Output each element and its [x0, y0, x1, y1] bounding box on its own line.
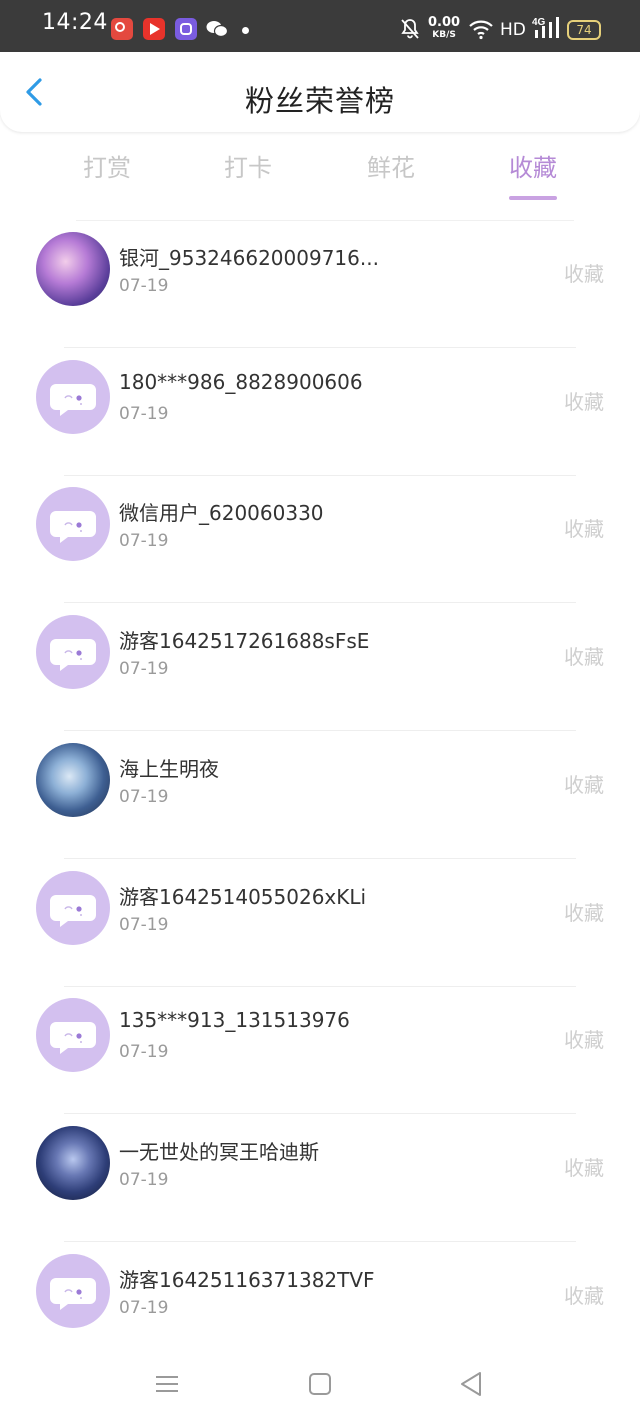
fan-date: 07-19	[119, 914, 169, 935]
fan-date: 07-19	[119, 403, 169, 424]
fan-date: 07-19	[119, 531, 169, 552]
tab-bar: 打赏 打卡 鲜花 收藏	[0, 148, 640, 204]
fan-name: 180***986_8828900606	[119, 369, 363, 394]
back-triangle-icon[interactable]	[456, 1368, 488, 1400]
fan-name: 135***913_131513976	[119, 1008, 350, 1033]
avatar[interactable]	[36, 232, 110, 306]
avatar[interactable]	[36, 1125, 110, 1200]
chat-bubble-icon	[50, 383, 96, 416]
list-item[interactable]: 游客1642517261688sFsE 07-19 收藏	[0, 603, 640, 732]
avatar[interactable]	[36, 1253, 110, 1328]
avatar[interactable]	[36, 998, 110, 1073]
chat-bubble-icon	[50, 1277, 96, 1310]
fan-date: 07-19	[119, 786, 169, 807]
fan-action-label: 收藏	[564, 389, 604, 414]
status-bar: 14:24 0.00 KB/S HD 4G 74	[0, 0, 640, 52]
tab-favorites[interactable]: 收藏	[493, 148, 573, 183]
avatar[interactable]	[36, 870, 110, 945]
network-speed-unit: KB/S	[432, 30, 456, 40]
battery-indicator: 74	[567, 20, 601, 40]
system-nav-bar	[0, 1350, 640, 1422]
avatar[interactable]	[36, 615, 110, 690]
fan-date: 07-19	[119, 659, 169, 680]
fan-name: 游客16425116371382TVF	[119, 1267, 375, 1292]
fan-name: 银河_953246620009716...	[119, 246, 379, 270]
app-notification-icon	[111, 18, 133, 40]
tab-reward[interactable]: 打赏	[67, 148, 147, 183]
status-time: 14:24	[42, 10, 108, 35]
wifi-icon	[469, 20, 493, 40]
avatar[interactable]	[36, 742, 110, 817]
fan-name: 微信用户_620060330	[119, 501, 324, 526]
tab-check-in[interactable]: 打卡	[208, 148, 288, 183]
wechat-notification-icon	[206, 21, 228, 38]
fan-action-label: 收藏	[564, 1155, 604, 1180]
list-item[interactable]: 135***913_131513976 07-19 收藏	[0, 986, 640, 1115]
network-speed-value: 0.00	[428, 15, 461, 30]
list-item[interactable]: 银河_953246620009716... 07-19 收藏	[0, 220, 640, 348]
chat-bubble-icon	[50, 511, 96, 544]
fan-action-label: 收藏	[564, 772, 604, 797]
fan-date: 07-19	[119, 1042, 169, 1063]
menu-icon[interactable]	[151, 1368, 183, 1400]
fan-action-label: 收藏	[564, 517, 604, 542]
fan-action-label: 收藏	[564, 1028, 604, 1053]
list-item[interactable]: 微信用户_620060330 07-19 收藏	[0, 475, 640, 604]
chat-bubble-icon	[50, 639, 96, 672]
fan-date: 07-19	[119, 1169, 169, 1190]
active-tab-indicator	[509, 196, 557, 200]
fan-action-label: 收藏	[564, 645, 604, 670]
app-header: 粉丝荣誉榜	[0, 52, 640, 132]
fan-name: 海上生明夜	[119, 756, 219, 781]
more-notifications-dot	[242, 27, 249, 34]
list-item[interactable]: 游客1642514055026xKLi 07-19 收藏	[0, 859, 640, 987]
list-item[interactable]: 海上生明夜 07-19 收藏	[0, 731, 640, 859]
fan-action-label: 收藏	[564, 1283, 604, 1308]
list-item[interactable]: 一无世处的冥王哈迪斯 07-19 收藏	[0, 1114, 640, 1242]
signal-icon: 4G	[532, 17, 559, 38]
avatar[interactable]	[36, 359, 110, 434]
fan-action-label: 收藏	[564, 262, 604, 286]
avatar[interactable]	[36, 487, 110, 562]
home-icon[interactable]	[304, 1368, 336, 1400]
list-item[interactable]: 180***986_8828900606 07-19 收藏	[0, 348, 640, 476]
video-app-notification-icon	[143, 18, 165, 40]
fan-name: 一无世处的冥王哈迪斯	[119, 1139, 319, 1164]
music-app-notification-icon	[175, 18, 197, 40]
tab-flowers[interactable]: 鲜花	[351, 148, 431, 183]
fan-name: 游客1642514055026xKLi	[119, 884, 367, 909]
page-title: 粉丝荣誉榜	[244, 84, 395, 118]
chat-bubble-icon	[50, 894, 96, 927]
fan-name: 游客1642517261688sFsE	[119, 629, 370, 654]
chat-bubble-icon	[50, 1022, 96, 1055]
fan-date: 07-19	[119, 276, 169, 296]
mute-bell-icon	[401, 19, 419, 39]
fan-date: 07-19	[119, 1297, 169, 1318]
fan-action-label: 收藏	[564, 900, 604, 925]
